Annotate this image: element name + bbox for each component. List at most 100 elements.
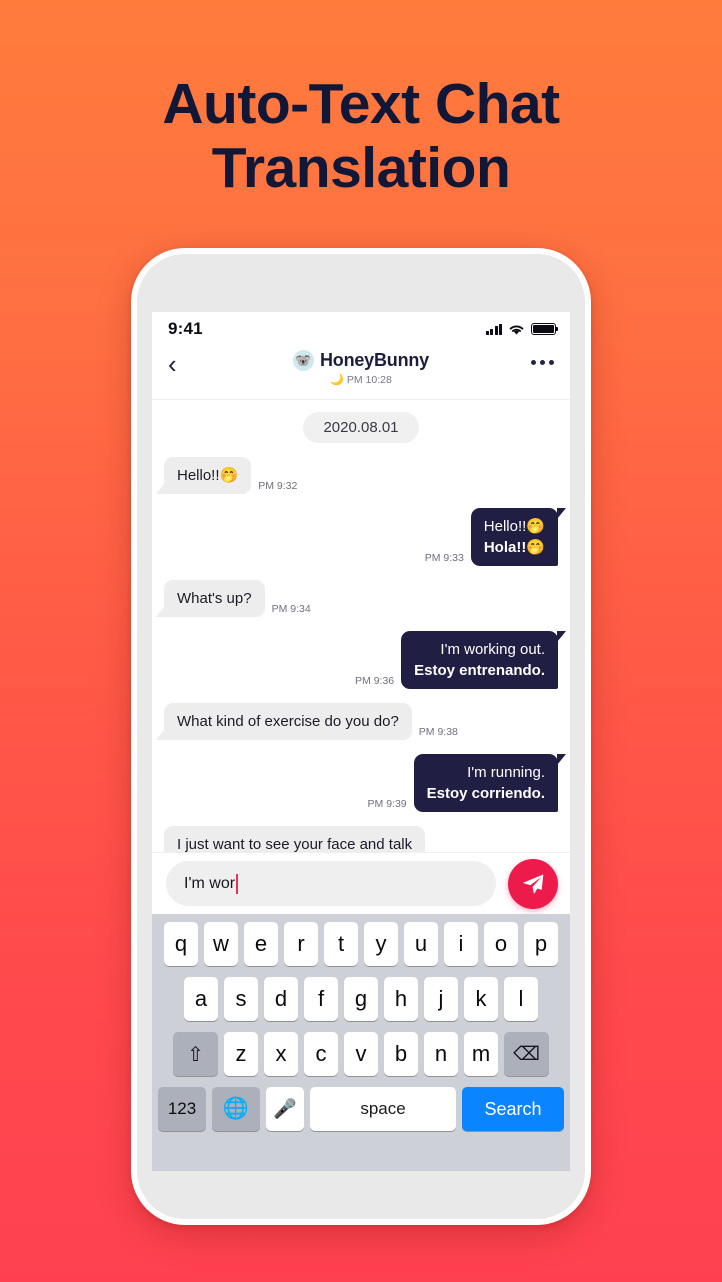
- key-d[interactable]: d: [264, 977, 298, 1021]
- key-h[interactable]: h: [384, 977, 418, 1021]
- message-bubble-outgoing[interactable]: I'm running. Estoy corriendo.: [413, 754, 567, 812]
- message-translation: Estoy entrenando.: [414, 662, 545, 679]
- message-bubble-incoming[interactable]: I just want to see your face and talk Ab…: [164, 826, 426, 852]
- key-l[interactable]: l: [504, 977, 538, 1021]
- message-bubble-incoming[interactable]: Hello!!🤭: [155, 457, 252, 494]
- keyboard-row-3: ⇧ z x c v b n m ⌫: [155, 1032, 567, 1076]
- key-z[interactable]: z: [224, 1032, 258, 1076]
- headline-line-2: Translation: [211, 136, 511, 200]
- key-s[interactable]: s: [224, 977, 258, 1021]
- date-divider: 2020.08.01: [164, 412, 558, 443]
- key-m[interactable]: m: [464, 1032, 498, 1076]
- message-bubble-incoming[interactable]: What's up?: [156, 580, 265, 617]
- delete-key[interactable]: ⌫: [504, 1032, 549, 1076]
- back-chevron-icon[interactable]: ‹: [168, 351, 198, 377]
- more-options-icon[interactable]: [531, 351, 554, 365]
- message-row: PM 9:36 I'm working out. Estoy entrenand…: [164, 631, 566, 689]
- message-row: What's up? PM 9:34: [156, 580, 558, 617]
- phone-mockup: 9:41 ‹ 🐨 HoneyBunny 🌙 PM 10:28 2020.08.0…: [131, 248, 591, 1225]
- message-bubble-outgoing[interactable]: I'm working out. Estoy entrenando.: [401, 631, 566, 689]
- message-input[interactable]: I'm wor: [166, 861, 496, 906]
- chat-header-center: 🐨 HoneyBunny 🌙 PM 10:28: [152, 350, 570, 386]
- key-w[interactable]: w: [204, 922, 238, 966]
- message-row: I just want to see your face and talk Ab…: [164, 826, 558, 852]
- status-bar: 9:41: [152, 312, 570, 346]
- key-p[interactable]: p: [524, 922, 558, 966]
- globe-icon[interactable]: 🌐: [212, 1087, 260, 1131]
- chat-subtitle: 🌙 PM 10:28: [330, 373, 392, 387]
- message-input-value: I'm wor: [184, 874, 236, 892]
- message-text: What's up?: [177, 590, 252, 607]
- cellular-signal-icon: [485, 323, 502, 335]
- key-b[interactable]: b: [384, 1032, 418, 1076]
- key-v[interactable]: v: [344, 1032, 378, 1076]
- message-text: I'm running.: [467, 764, 545, 781]
- message-time: PM 9:33: [424, 552, 464, 564]
- numbers-key[interactable]: 123: [158, 1087, 206, 1131]
- avatar: 🐨: [292, 350, 314, 371]
- chat-title-row: 🐨 HoneyBunny: [292, 350, 429, 371]
- key-y[interactable]: y: [364, 922, 398, 966]
- key-t[interactable]: t: [324, 922, 358, 966]
- wifi-icon: [509, 324, 524, 335]
- send-paper-plane-icon: [522, 873, 544, 894]
- message-text: Hello!!🤭: [483, 518, 545, 535]
- moon-icon: 🌙: [330, 374, 344, 386]
- message-row: Hello!!🤭 PM 9:32: [155, 457, 558, 494]
- key-x[interactable]: x: [264, 1032, 298, 1076]
- key-n[interactable]: n: [424, 1032, 458, 1076]
- send-button[interactable]: [508, 858, 558, 909]
- key-o[interactable]: o: [484, 922, 518, 966]
- on-screen-keyboard[interactable]: q w e r t y u i o p a s d f g h j k l ⇧ …: [152, 914, 570, 1171]
- page-title: Auto-Text Chat Translation: [0, 72, 722, 200]
- chat-subtitle-time: PM 10:28: [346, 373, 392, 386]
- shift-key[interactable]: ⇧: [173, 1032, 218, 1076]
- phone-screen: 9:41 ‹ 🐨 HoneyBunny 🌙 PM 10:28 2020.08.0…: [152, 312, 570, 1171]
- message-time: PM 9:38: [418, 726, 458, 738]
- text-caret: [236, 873, 239, 894]
- message-time: PM 9:34: [271, 603, 311, 615]
- key-k[interactable]: k: [464, 977, 498, 1021]
- message-time: PM 9:39: [367, 798, 407, 810]
- chat-header: ‹ 🐨 HoneyBunny 🌙 PM 10:28: [152, 346, 570, 400]
- shift-arrow-icon: ⇧: [187, 1043, 204, 1066]
- key-c[interactable]: c: [304, 1032, 338, 1076]
- key-a[interactable]: a: [184, 977, 218, 1021]
- message-list[interactable]: 2020.08.01 Hello!!🤭 PM 9:32 PM 9:33 Hell…: [152, 400, 570, 852]
- key-e[interactable]: e: [244, 922, 278, 966]
- key-f[interactable]: f: [304, 977, 338, 1021]
- microphone-icon[interactable]: 🎤: [266, 1087, 304, 1131]
- message-text: Hello!!🤭: [177, 467, 239, 484]
- message-time: PM 9:32: [258, 480, 298, 492]
- keyboard-row-2: a s d f g h j k l: [155, 977, 567, 1021]
- message-text: I just want to see your face and talk: [177, 836, 413, 852]
- message-row: PM 9:39 I'm running. Estoy corriendo.: [164, 754, 567, 812]
- contact-name: HoneyBunny: [319, 350, 429, 370]
- keyboard-row-1: q w e r t y u i o p: [155, 922, 567, 966]
- space-key[interactable]: space: [310, 1087, 456, 1131]
- key-u[interactable]: u: [404, 922, 438, 966]
- phone-bezel: 9:41 ‹ 🐨 HoneyBunny 🌙 PM 10:28 2020.08.0…: [137, 254, 585, 1219]
- key-i[interactable]: i: [444, 922, 478, 966]
- battery-icon: [531, 323, 559, 335]
- keyboard-row-4: 123 🌐 🎤 space Search: [155, 1087, 567, 1131]
- headline-line-1: Auto-Text Chat: [162, 72, 560, 136]
- message-text: I'm working out.: [440, 641, 545, 658]
- message-bubble-incoming[interactable]: What kind of exercise do you do?: [156, 703, 412, 740]
- key-j[interactable]: j: [424, 977, 458, 1021]
- backspace-icon: ⌫: [513, 1043, 540, 1065]
- message-translation: Estoy corriendo.: [426, 785, 545, 802]
- status-icons: [485, 323, 559, 336]
- key-q[interactable]: q: [164, 922, 198, 966]
- key-g[interactable]: g: [344, 977, 378, 1021]
- key-r[interactable]: r: [284, 922, 318, 966]
- status-time: 9:41: [168, 319, 203, 338]
- home-indicator: [297, 1200, 425, 1205]
- message-text: What kind of exercise do you do?: [177, 713, 399, 730]
- message-time: PM 9:36: [355, 675, 395, 687]
- date-chip: 2020.08.01: [303, 412, 419, 443]
- message-bubble-outgoing[interactable]: Hello!!🤭 Hola!!🤭: [470, 508, 567, 566]
- message-row: What kind of exercise do you do? PM 9:38: [156, 703, 558, 740]
- message-row: PM 9:33 Hello!!🤭 Hola!!🤭: [164, 508, 567, 566]
- search-key[interactable]: Search: [462, 1087, 564, 1131]
